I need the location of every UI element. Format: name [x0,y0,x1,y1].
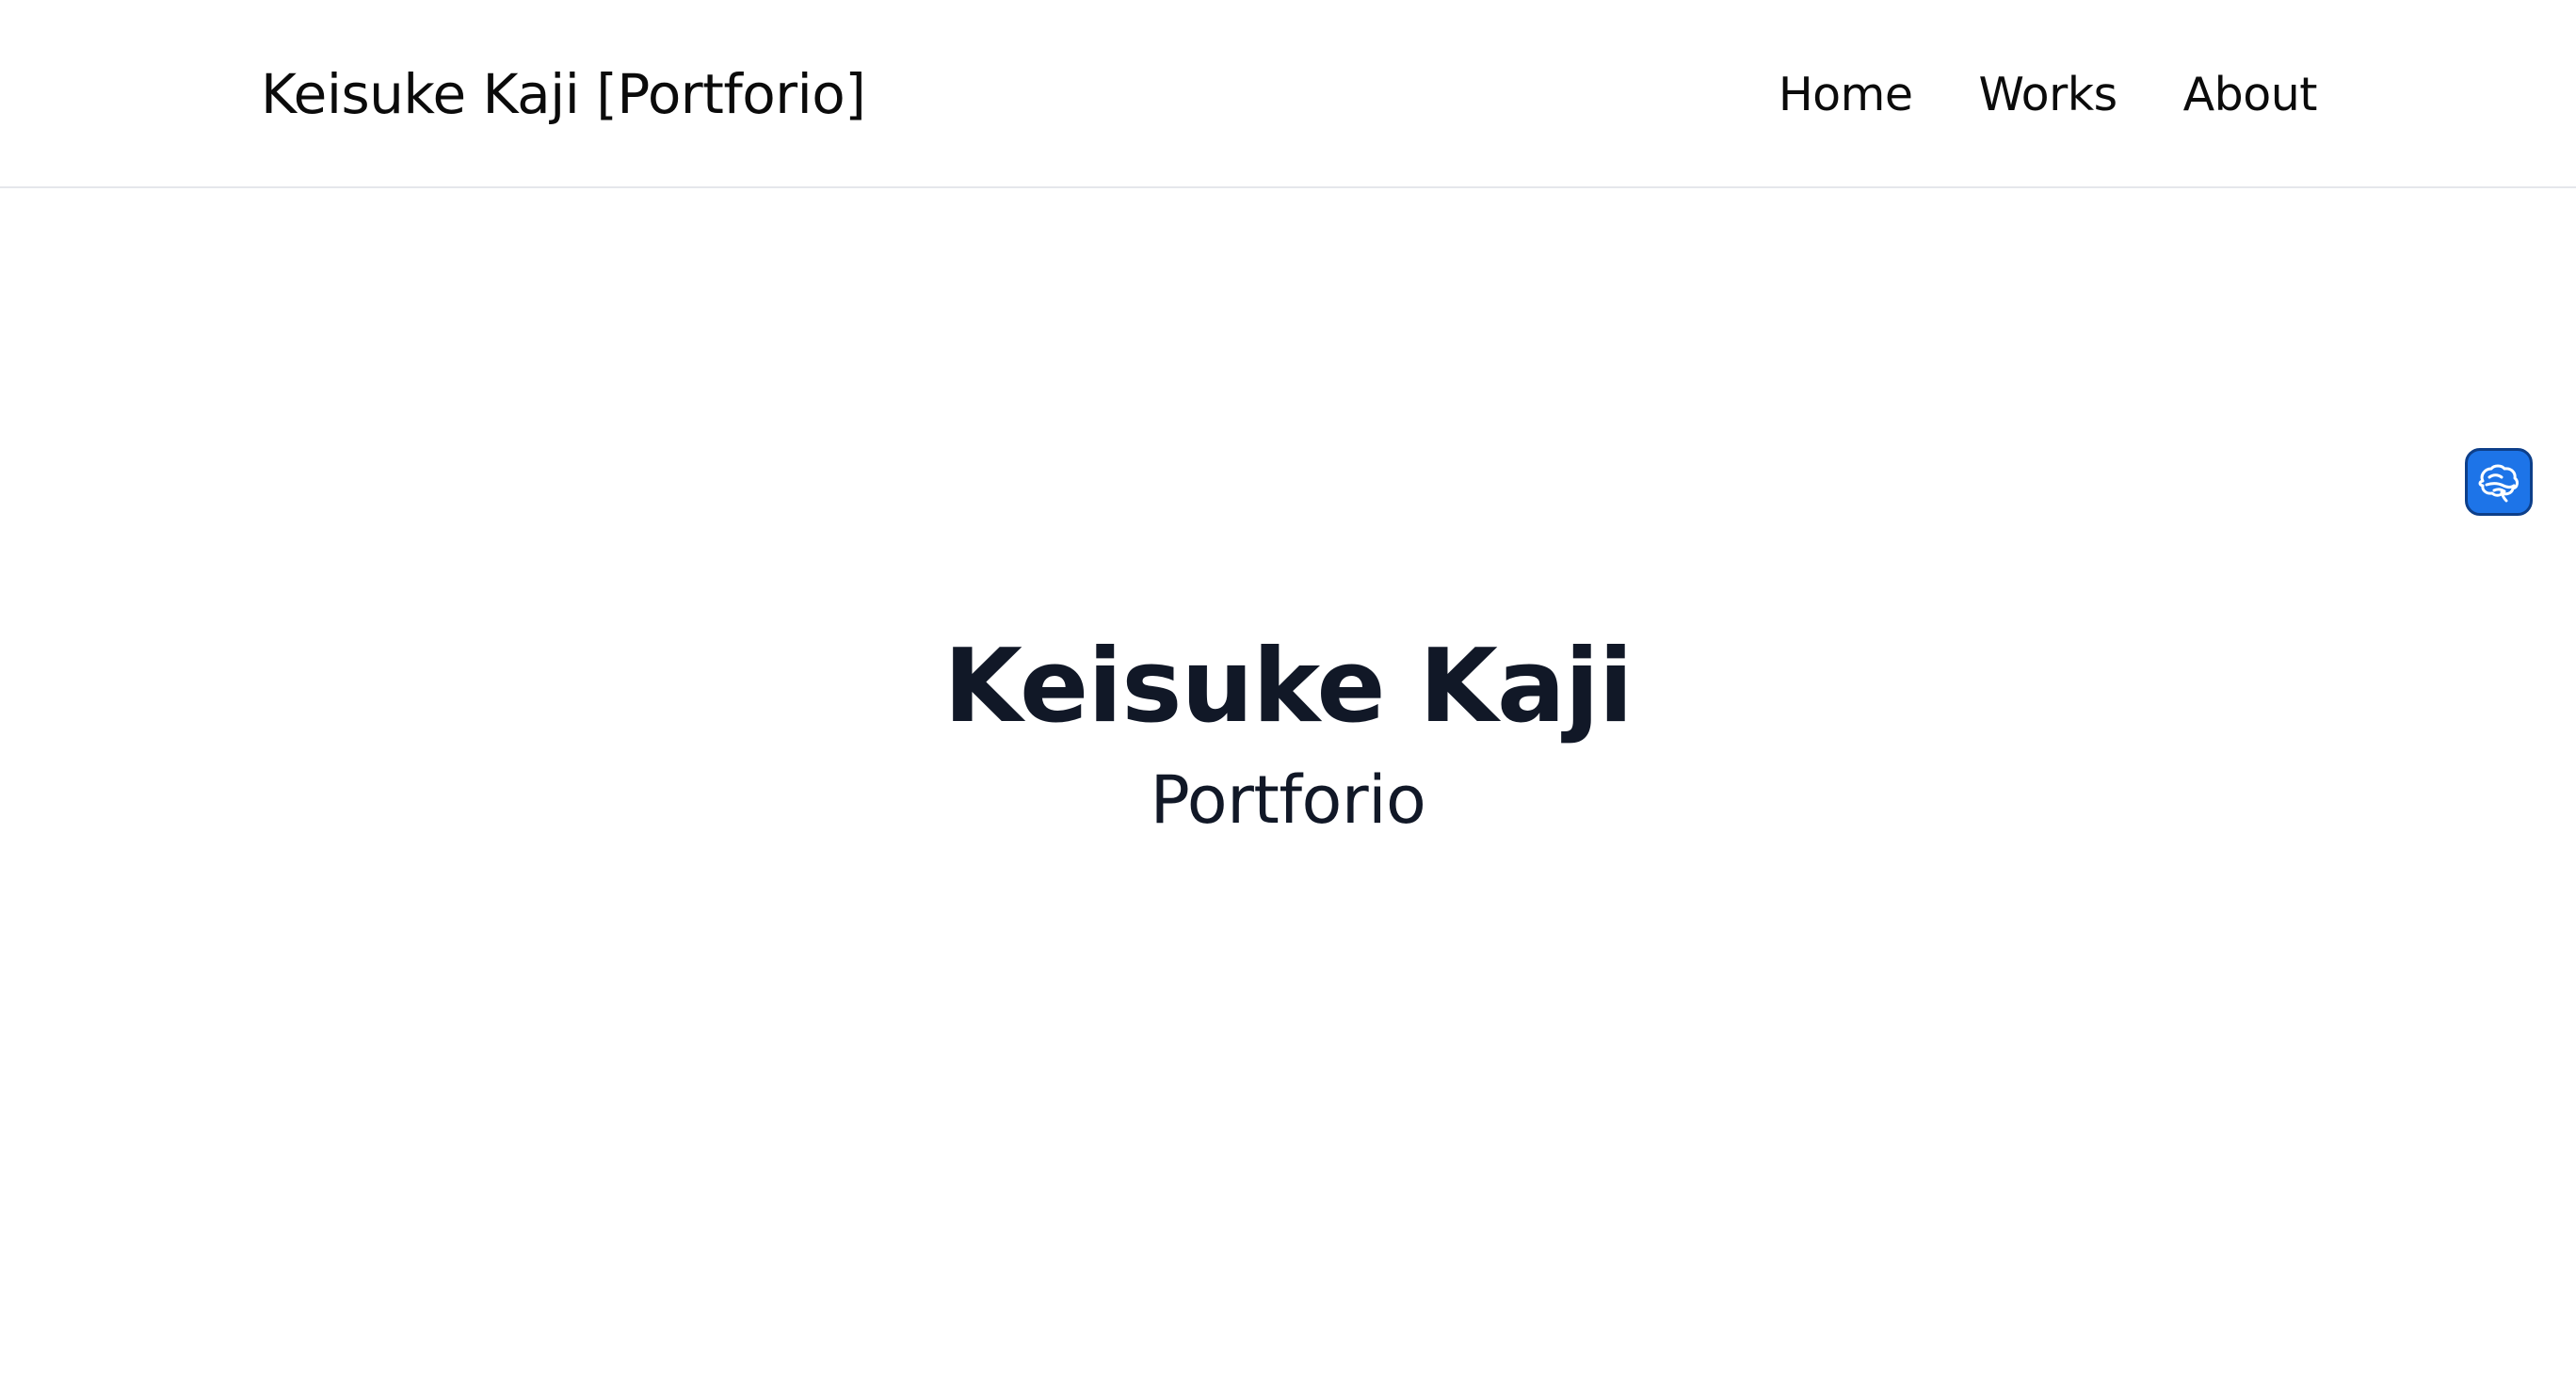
brain-icon [2478,464,2519,503]
site-title-link[interactable]: Keisuke Kaji [Portforio] [261,56,866,132]
site-header: Keisuke Kaji [Portforio] Home Works Abou… [0,0,2576,188]
hero-name: Keisuke Kaji [943,628,1634,745]
floating-extension-button[interactable] [2465,448,2533,516]
main-nav: Home Works About [1779,56,2318,132]
nav-link-home[interactable]: Home [1779,68,1913,121]
nav-link-about[interactable]: About [2183,68,2318,121]
nav-link-works[interactable]: Works [1979,68,2118,121]
hero-subtitle: Portforio [1150,761,1426,839]
hero-section: Keisuke Kaji Portforio [0,621,2576,847]
